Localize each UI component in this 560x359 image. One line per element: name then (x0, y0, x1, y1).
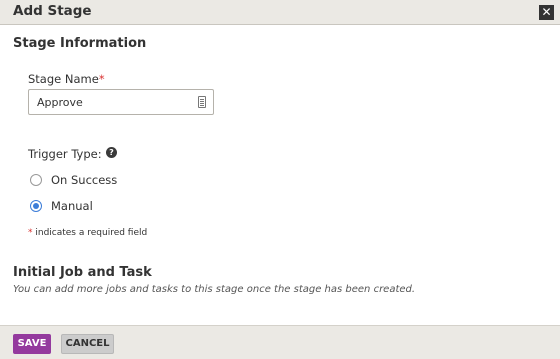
cancel-button[interactable]: CANCEL (61, 334, 114, 354)
radio-manual[interactable] (30, 200, 42, 212)
dialog-footer: SAVE CANCEL (0, 325, 560, 359)
trigger-type-label: Trigger Type: (28, 147, 102, 161)
required-note-text: indicates a required field (32, 228, 148, 238)
initial-job-heading: Initial Job and Task (13, 265, 152, 280)
radio-manual-label[interactable]: Manual (51, 199, 93, 213)
save-button[interactable]: SAVE (13, 334, 51, 354)
required-field-note: * indicates a required field (28, 228, 147, 238)
initial-job-description: You can add more jobs and tasks to this … (13, 284, 416, 295)
stage-name-input[interactable] (29, 90, 189, 114)
dialog-titlebar: Add Stage ✕ (0, 0, 560, 25)
required-marker: * (98, 72, 105, 86)
field-list-icon[interactable] (198, 96, 206, 108)
dialog-title: Add Stage (13, 3, 92, 19)
radio-on-success[interactable] (30, 174, 42, 186)
stage-name-label-text: Stage Name (28, 72, 99, 86)
scrolled-content-cutoff (13, 318, 93, 324)
stage-name-field[interactable] (28, 89, 214, 115)
stage-name-label: Stage Name* (28, 72, 105, 86)
stage-information-heading: Stage Information (13, 36, 147, 51)
close-icon[interactable]: ✕ (539, 5, 554, 20)
radio-on-success-label[interactable]: On Success (51, 173, 117, 187)
help-icon[interactable]: ? (106, 147, 117, 158)
